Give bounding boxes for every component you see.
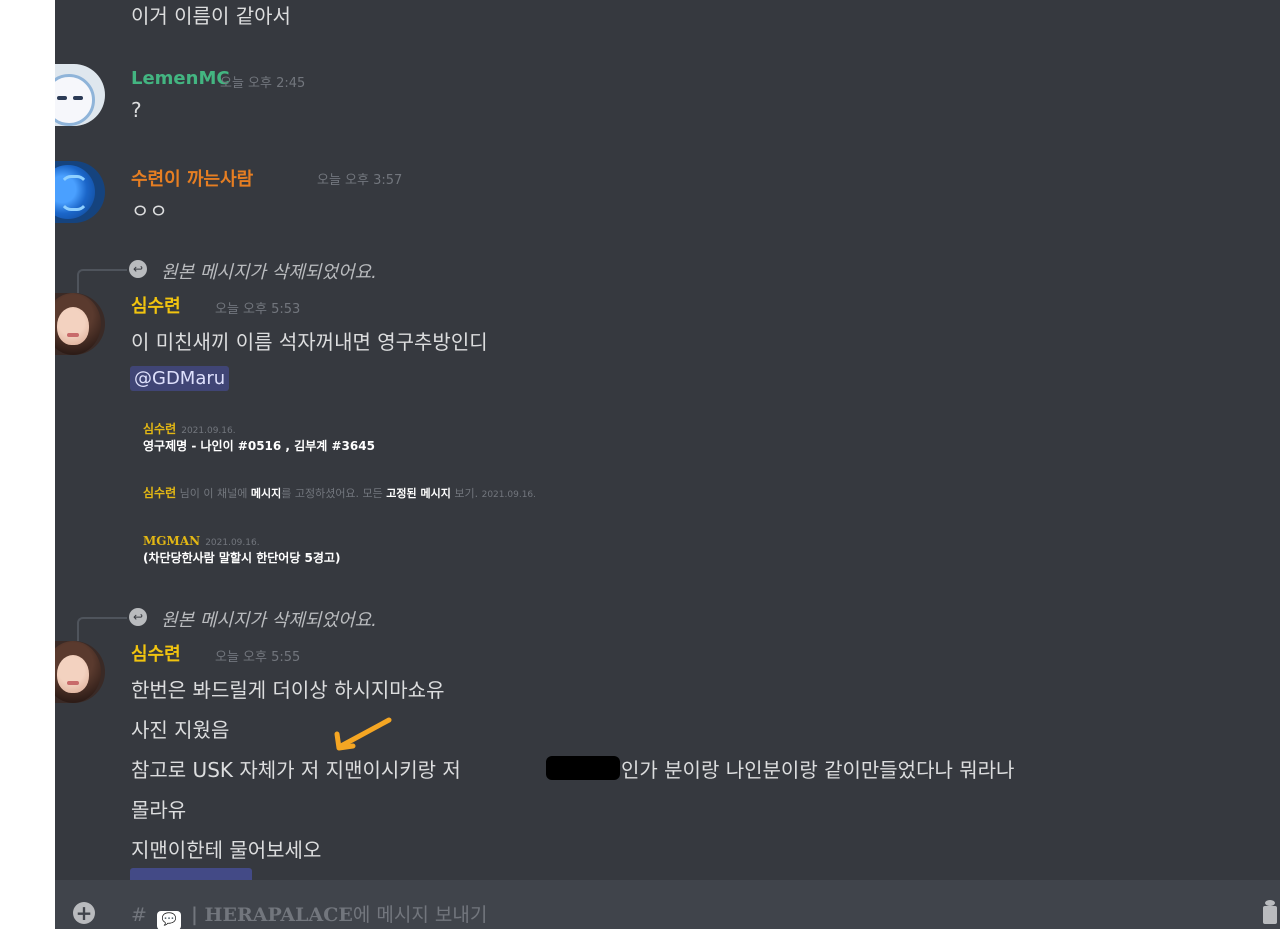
pin-text: 를 고정하셨어요. 모든: [281, 487, 383, 500]
message-text: ?: [131, 98, 142, 122]
annotation-arrow-icon: [334, 717, 392, 751]
embed-text: 영구제명 - 나인이 #0516 , 김부계 #3645: [143, 439, 375, 453]
message-text: 인가 분이랑 나인분이랑 같이만들었다나 뭐라나: [621, 758, 1015, 782]
message-text: 몰라유: [131, 798, 187, 822]
reply-deleted-text: 원본 메시지가 삭제되었어요.: [161, 610, 377, 631]
channel-name: | HERAPALACE: [191, 904, 353, 926]
redaction-block: [546, 756, 620, 780]
timestamp: 오늘 오후 3:57: [317, 173, 403, 188]
pin-user: 심수련: [143, 486, 177, 500]
message-text: 지맨이한테 물어보세오: [131, 838, 322, 862]
channel-hash-icon: #: [131, 904, 147, 926]
message-text: 이 미친새끼 이름 석자꺼내면 영구추방인디: [131, 330, 488, 354]
upload-plus-icon[interactable]: +: [73, 902, 95, 924]
username[interactable]: 수련이 까는사람: [131, 165, 253, 191]
pin-notice: 심수련 님이 이 채널에 메시지를 고정하셨어요. 모든 고정된 메시지 보기.…: [143, 484, 536, 501]
username[interactable]: 심수련: [131, 640, 181, 666]
embed-message-2: MGMAN 2021.09.16. (차단당한사람 말할시 한단어당 5경고): [143, 530, 340, 566]
reply-spine: [77, 269, 127, 293]
placeholder-suffix: 에 메시지 보내기: [352, 904, 488, 926]
avatar[interactable]: [55, 641, 105, 703]
message-text: 이거 이름이 같아서: [131, 4, 291, 28]
pin-text: 님이 이 채널에: [179, 487, 248, 500]
user-mention-partial[interactable]: [130, 868, 252, 880]
message-text: 사진 지웠음: [131, 718, 230, 742]
embed-date: 2021.09.16.: [205, 538, 260, 548]
message-text: 참고로 USK 자체가 저 지맨이시키랑 저: [131, 758, 461, 782]
gift-icon[interactable]: [1259, 898, 1277, 926]
user-mention[interactable]: @GDMaru: [130, 366, 230, 391]
message-text: ㅇㅇ: [131, 199, 168, 223]
reply-icon: ↩: [129, 260, 147, 278]
avatar[interactable]: [55, 161, 105, 223]
chat-window: 이거 이름이 같아서 LemenMC 오늘 오후 2:45 ? 수련이 까는사람…: [55, 0, 1280, 929]
username[interactable]: LemenMC: [131, 68, 230, 89]
pin-link-message[interactable]: 메시지: [251, 487, 281, 500]
embed-username: 심수련: [143, 422, 177, 436]
timestamp: 오늘 오후 2:45: [220, 76, 306, 91]
message-input[interactable]: # 💬 | HERAPALACE에 메시지 보내기: [131, 900, 487, 929]
timestamp: 오늘 오후 5:53: [215, 302, 301, 317]
username[interactable]: 심수련: [131, 292, 181, 318]
avatar[interactable]: [55, 64, 105, 126]
pin-link-pinned[interactable]: 고정된 메시지: [386, 487, 451, 500]
reply-deleted-text: 원본 메시지가 삭제되었어요.: [161, 262, 377, 283]
embed-username: MGMAN: [143, 534, 201, 548]
pin-text: 보기.: [454, 487, 479, 500]
avatar[interactable]: [55, 293, 105, 355]
embed-date: 2021.09.16.: [181, 426, 236, 436]
embed-text: (차단당한사람 말할시 한단어당 5경고): [143, 551, 341, 565]
reply-spine: [77, 617, 127, 641]
message-composer: + # 💬 | HERAPALACE에 메시지 보내기: [55, 880, 1280, 929]
pin-date: 2021.09.16.: [481, 490, 537, 500]
message-text: 한번은 봐드릴게 더이상 하시지마쇼유: [131, 678, 445, 702]
timestamp: 오늘 오후 5:55: [215, 650, 301, 665]
reply-icon: ↩: [129, 608, 147, 626]
embed-message-1: 심수련 2021.09.16. 영구제명 - 나인이 #0516 , 김부계 #…: [143, 418, 375, 454]
speech-bubble-icon: 💬: [156, 911, 181, 929]
